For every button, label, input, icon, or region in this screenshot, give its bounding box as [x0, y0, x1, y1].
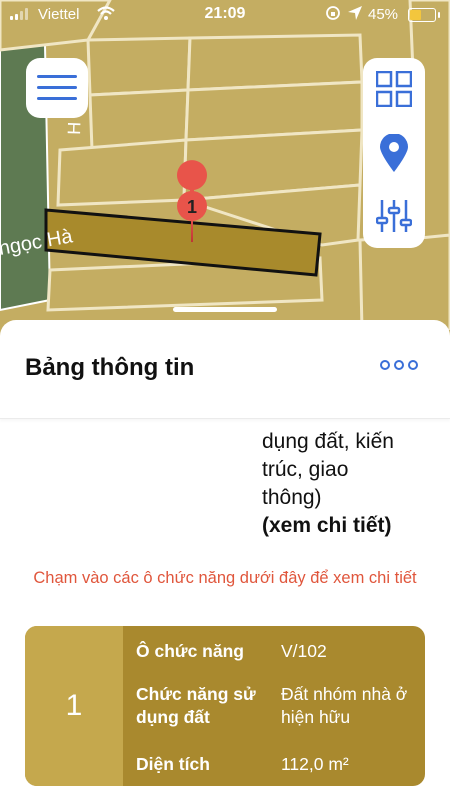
card-row-label: Diện tích [136, 754, 210, 774]
card-row-label: Ô chức năng [136, 641, 244, 661]
rotation-lock-icon [326, 6, 340, 20]
my-location-button[interactable] [363, 133, 425, 173]
location-arrow-icon [348, 6, 362, 20]
status-bar: Viettel 21:09 45% [0, 0, 450, 30]
street-label-h: H [64, 121, 84, 135]
card-row-label: Chức năng sử dụng đất [136, 684, 256, 727]
card-row-value: Đất nhóm nhà ở hiện hữu [281, 684, 408, 727]
menu-button[interactable] [26, 58, 88, 118]
grid-layers-icon [376, 71, 412, 107]
sheet-drag-handle[interactable] [173, 307, 277, 312]
card-row-value: V/102 [281, 641, 327, 661]
hamburger-menu-icon [37, 75, 77, 100]
filter-sliders-icon [376, 200, 412, 232]
card-row: Diện tích 112,0 m² [136, 753, 425, 777]
sheet-title: Bảng thông tin [25, 354, 195, 381]
info-sheet: Bảng thông tin dụng đất, kiến trúc, giao… [0, 320, 450, 799]
partial-text-line: dụng đất, kiến [262, 430, 394, 453]
sheet-header: Bảng thông tin [0, 320, 450, 419]
card-row: Chức năng sử dụng đất Đất nhóm nhà ở hiệ… [136, 683, 425, 731]
hint-text: Chạm vào các ô chức năng dưới đây để xem… [33, 569, 417, 587]
partial-text-line: trúc, giao [262, 458, 349, 481]
more-options-icon[interactable] [380, 360, 418, 370]
filter-button[interactable] [363, 196, 425, 236]
layers-button[interactable] [363, 70, 425, 108]
card-row: Ô chức năng V/102 [136, 640, 425, 664]
battery-icon [408, 8, 440, 22]
battery-percent: 45% [368, 6, 399, 23]
partial-info-text: dụng đất, kiến trúc, giao thông) (xem ch… [262, 428, 442, 540]
function-cell-card[interactable]: 1 Ô chức năng V/102 Chức năng sử dụng đấ… [25, 626, 425, 786]
partial-text-line: thông) [262, 486, 322, 509]
detail-link[interactable]: (xem chi tiết) [262, 512, 442, 540]
cell-number: 1 [25, 626, 123, 786]
location-pin-icon [380, 134, 408, 172]
marker-label: 1 [187, 197, 197, 217]
map-controls [363, 58, 425, 248]
card-row-value: 112,0 m² [281, 754, 349, 774]
